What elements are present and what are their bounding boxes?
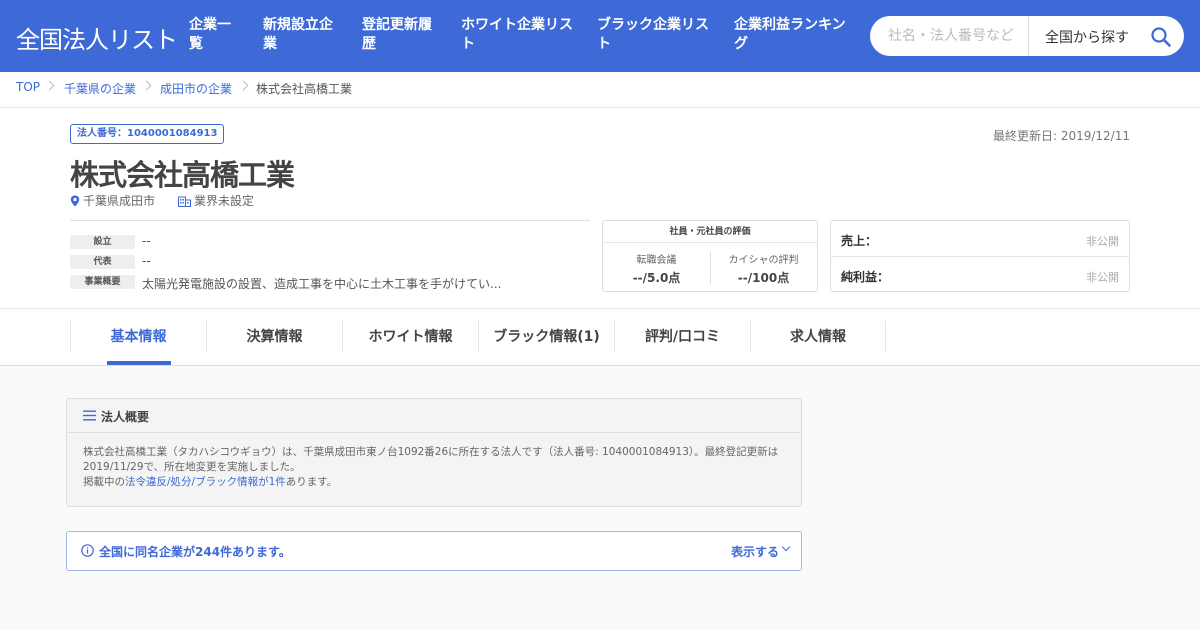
nav-label: 企業利益ランキン xyxy=(734,17,846,33)
tab-white-info[interactable]: ホワイト情報 xyxy=(342,321,478,353)
evaluation-source[interactable]: 転職会議 --/5.0点 xyxy=(603,251,710,286)
evaluation-score: --/5.0点 xyxy=(632,271,681,285)
evaluation-score: --/100点 xyxy=(737,271,790,285)
tab-jobs[interactable]: 求人情報 xyxy=(750,321,886,353)
list-icon xyxy=(83,410,96,421)
breadcrumb-current: 株式会社高橋工業 xyxy=(256,82,353,96)
info-icon xyxy=(81,544,94,557)
search-icon[interactable] xyxy=(1150,26,1172,48)
nav-white-companies[interactable]: ホワイト企業リス ト xyxy=(461,16,573,54)
nav-new-companies[interactable]: 新規設立企 業 xyxy=(263,16,333,54)
nav-label: 新規設立企 xyxy=(263,17,333,33)
company-name: 株式会社高橋工業 xyxy=(70,158,295,192)
company-location: 千葉県成田市 xyxy=(70,192,155,209)
info-value-founded: -- xyxy=(142,234,151,248)
nav-label: 覧 xyxy=(189,36,203,52)
nav-label: 企業一 xyxy=(189,17,231,33)
search-scope-select[interactable]: 全国から探す xyxy=(1045,27,1129,47)
notice-suffix: あります。 xyxy=(285,476,338,488)
overview-text: 株式会社高橋工業（タカハシコウギョウ）は、千葉県成田市東ノ台1092番26に所在… xyxy=(83,445,783,490)
nav-label: 歴 xyxy=(362,36,376,52)
overview-notice: 掲載中の法令違反/処分/ブラック情報が1件あります。 xyxy=(83,475,783,490)
card-title: 法人概要 xyxy=(101,410,150,424)
building-icon xyxy=(178,196,191,207)
nav-label: ト xyxy=(597,36,611,52)
nav-registry-updates[interactable]: 登記更新履 歴 xyxy=(362,16,432,54)
active-tab-indicator xyxy=(107,361,171,365)
financial-label: 純利益： xyxy=(841,270,890,284)
financial-row-net-income: 純利益： 非公開 xyxy=(831,256,1129,291)
evaluation-source-name: カイシャの評判 xyxy=(728,255,799,266)
notice-prefix: 掲載中の xyxy=(83,476,125,488)
site-logo[interactable]: 全国法人リスト xyxy=(16,20,178,55)
tab-black-info[interactable]: ブラック情報(1) xyxy=(478,321,614,353)
company-industry: 業界未設定 xyxy=(178,192,254,209)
card-header: 法人概要 xyxy=(67,399,801,433)
divider xyxy=(70,220,590,221)
financial-label: 売上： xyxy=(841,234,878,248)
nav-label: 登記更新履 xyxy=(362,17,432,33)
nav-label: ブラック企業リス xyxy=(597,17,709,33)
same-name-companies: 全国に同名企業が244件あります。 表示する xyxy=(66,531,802,571)
info-value-business: 太陽光発電施設の設置、造成工事を中心に土木工事を手がけてい... xyxy=(142,277,502,291)
chevron-down-icon[interactable] xyxy=(781,542,791,552)
chevron-right-icon xyxy=(141,80,152,91)
search-input[interactable] xyxy=(870,16,1028,56)
breadcrumb-prefecture[interactable]: 千葉県の企業 xyxy=(64,80,136,97)
financial-value: 非公開 xyxy=(1086,235,1119,248)
tab-financial-info[interactable]: 決算情報 xyxy=(206,321,342,353)
nav-label: グ xyxy=(734,36,748,52)
financials: 売上： 非公開 純利益： 非公開 xyxy=(830,220,1130,292)
info-label-representative: 代表 xyxy=(70,255,135,269)
nav-company-list[interactable]: 企業一 覧 xyxy=(189,16,231,54)
nav-label: 業 xyxy=(263,36,277,52)
search-divider xyxy=(1028,16,1029,56)
info-label-founded: 設立 xyxy=(70,235,135,249)
tab-bar: 基本情報 決算情報 ホワイト情報 ブラック情報(1) 評判/口コミ 求人情報 xyxy=(0,308,1200,366)
industry-text: 業界未設定 xyxy=(194,194,255,208)
overview-description: 株式会社高橋工業（タカハシコウギョウ）は、千葉県成田市東ノ台1092番26に所在… xyxy=(83,446,779,473)
same-name-count: 全国に同名企業が244件あります。 xyxy=(99,545,291,559)
info-label-business: 事業概要 xyxy=(70,275,135,289)
nav-label: ホワイト企業リス xyxy=(461,17,573,33)
nav-black-companies[interactable]: ブラック企業リス ト xyxy=(597,16,709,54)
chevron-right-icon xyxy=(44,80,55,91)
location-text: 千葉県成田市 xyxy=(83,194,156,208)
corporate-number-badge: 法人番号：1040001084913 xyxy=(70,124,225,144)
info-value-representative: -- xyxy=(142,254,151,268)
tab-reviews[interactable]: 評判/口コミ xyxy=(614,321,750,353)
financial-row-sales: 売上： 非公開 xyxy=(831,221,1129,256)
evaluation-source-name: 転職会議 xyxy=(636,255,677,266)
show-same-name-button[interactable]: 表示する xyxy=(731,543,779,560)
site-header: 全国法人リスト 企業一 覧 新規設立企 業 登記更新履 歴 ホワイト企業リス ト… xyxy=(0,0,1200,72)
breadcrumb: TOP 千葉県の企業 成田市の企業 株式会社高橋工業 xyxy=(0,72,1200,108)
tab-basic-info[interactable]: 基本情報 xyxy=(70,321,206,353)
breadcrumb-city[interactable]: 成田市の企業 xyxy=(160,80,232,97)
company-summary: 法人番号：1040001084913 最終更新日: 2019/12/11 株式会… xyxy=(0,108,1200,308)
map-pin-icon xyxy=(70,195,80,207)
evaluation-title: 社員・元社員の評価 xyxy=(603,221,817,243)
nav-profit-ranking[interactable]: 企業利益ランキン グ xyxy=(734,16,846,54)
evaluation-source[interactable]: カイシャの評判 --/100点 xyxy=(710,251,817,286)
employee-evaluation: 社員・元社員の評価 転職会議 --/5.0点 カイシャの評判 --/100点 xyxy=(602,220,818,292)
last-updated: 最終更新日: 2019/12/11 xyxy=(992,129,1130,143)
nav-label: ト xyxy=(461,36,475,52)
violation-info-link[interactable]: 法令違反/処分/ブラック情報が1件 xyxy=(125,476,286,488)
corporate-overview-card: 法人概要 株式会社高橋工業（タカハシコウギョウ）は、千葉県成田市東ノ台1092番… xyxy=(66,398,802,507)
breadcrumb-top[interactable]: TOP xyxy=(16,80,40,94)
financial-value: 非公開 xyxy=(1086,271,1119,284)
search-box: 全国から探す xyxy=(870,16,1184,56)
chevron-right-icon xyxy=(238,80,249,91)
